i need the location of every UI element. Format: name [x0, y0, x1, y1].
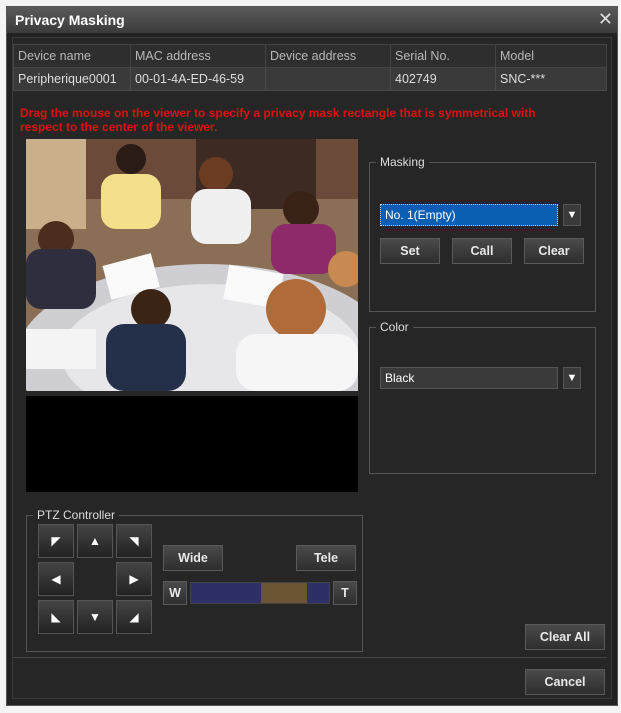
zoom-tele-button[interactable]: Tele: [296, 545, 356, 571]
instruction-text: Drag the mouse on the viewer to specify …: [20, 106, 536, 134]
call-button[interactable]: Call: [452, 238, 512, 264]
cell-mac-address: 00-01-4A-ED-46-59: [130, 67, 266, 91]
zoom-wide-button[interactable]: Wide: [163, 545, 223, 571]
zoom-t-button[interactable]: T: [333, 581, 357, 605]
zoom-slider[interactable]: [190, 582, 330, 604]
separator: [13, 657, 607, 658]
cell-device-name: Peripherique0001: [13, 67, 131, 91]
color-legend: Color: [380, 320, 409, 334]
set-button[interactable]: Set: [380, 238, 440, 264]
col-model: Model: [495, 44, 607, 68]
col-serial-no: Serial No.: [390, 44, 496, 68]
pan-up-left-icon[interactable]: ◤: [38, 524, 74, 558]
color-dropdown-arrow-icon[interactable]: ▼: [563, 367, 581, 389]
col-device-address: Device address: [265, 44, 391, 68]
clear-button[interactable]: Clear: [524, 238, 584, 264]
cell-device-address: [265, 67, 391, 91]
mask-dropdown-arrow-icon[interactable]: ▼: [563, 204, 581, 226]
mask-number-select[interactable]: No. 1(Empty): [380, 204, 558, 226]
color-select[interactable]: Black: [380, 367, 558, 389]
viewer-blank-area: [26, 396, 358, 492]
window-title: Privacy Masking: [15, 12, 125, 28]
clear-all-button[interactable]: Clear All: [525, 624, 605, 650]
ptz-legend: PTZ Controller: [37, 508, 116, 522]
zoom-w-button[interactable]: W: [163, 581, 187, 605]
pan-left-icon[interactable]: ◀: [38, 562, 74, 596]
title-bar: Privacy Masking ✕: [7, 7, 617, 33]
close-icon[interactable]: ✕: [598, 9, 613, 30]
pan-up-right-icon[interactable]: ◥: [116, 524, 152, 558]
color-group: Color: [369, 320, 596, 474]
pan-right-icon[interactable]: ▶: [116, 562, 152, 596]
pan-down-left-icon[interactable]: ◣: [38, 600, 74, 634]
masking-group: Masking: [369, 155, 596, 312]
pan-down-right-icon[interactable]: ◢: [116, 600, 152, 634]
device-table: Device name MAC address Device address S…: [13, 44, 607, 91]
camera-viewer[interactable]: [26, 139, 358, 391]
cell-model: SNC-***: [495, 67, 607, 91]
zoom-slider-handle[interactable]: [261, 583, 307, 603]
camera-image: [26, 139, 358, 391]
col-device-name: Device name: [13, 44, 131, 68]
cancel-button[interactable]: Cancel: [525, 669, 605, 695]
table-row[interactable]: Peripherique0001 00-01-4A-ED-46-59 40274…: [13, 67, 607, 91]
cell-serial-no: 402749: [390, 67, 496, 91]
masking-legend: Masking: [380, 155, 425, 169]
pan-up-icon[interactable]: ▲: [77, 524, 113, 558]
col-mac-address: MAC address: [130, 44, 266, 68]
pan-down-icon[interactable]: ▼: [77, 600, 113, 634]
